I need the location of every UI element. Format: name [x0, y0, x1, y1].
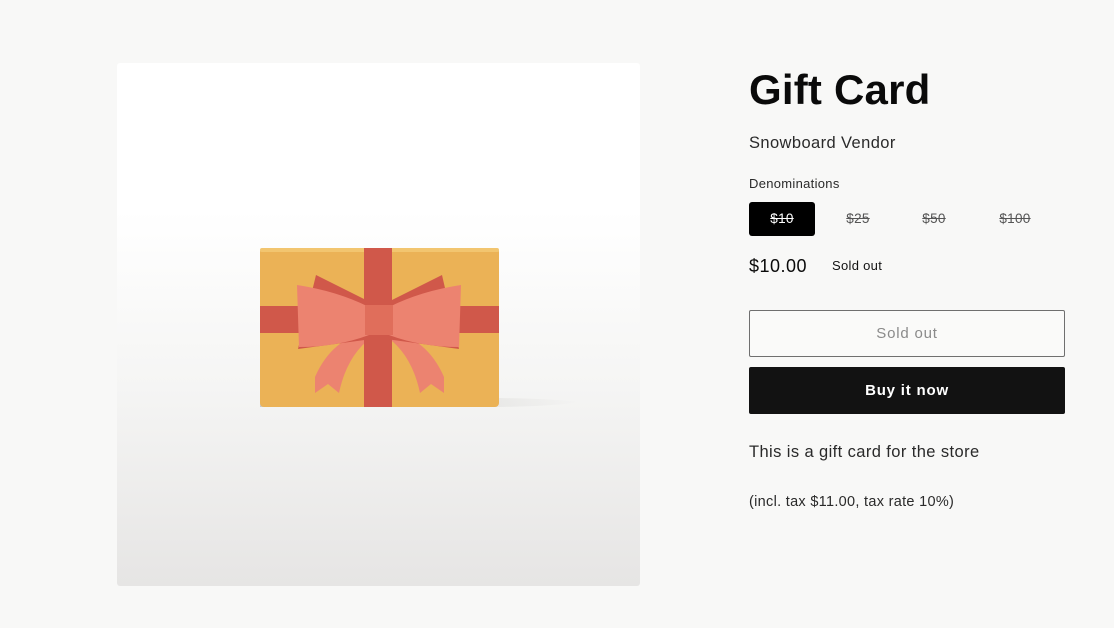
- sold-out-button[interactable]: Sold out: [749, 310, 1065, 357]
- product-price: $10.00: [749, 256, 808, 276]
- denomination-option-25[interactable]: $25: [825, 202, 891, 236]
- denomination-options: $10 $25 $50 $100: [749, 202, 1065, 236]
- tax-note: (incl. tax $11.00, tax rate 10%): [749, 494, 955, 510]
- denomination-option-50[interactable]: $50: [901, 202, 967, 236]
- gift-card-image-icon: [260, 248, 579, 407]
- denominations-label: Denominations: [749, 176, 840, 191]
- product-image[interactable]: [117, 63, 640, 586]
- buy-it-now-button[interactable]: Buy it now: [749, 367, 1065, 414]
- sold-out-badge: Sold out: [832, 258, 883, 273]
- product-page: Gift Card Snowboard Vendor Denominations…: [0, 0, 1114, 628]
- product-vendor: Snowboard Vendor: [749, 134, 896, 152]
- product-description: This is a gift card for the store: [749, 443, 980, 461]
- denomination-option-100[interactable]: $100: [977, 202, 1053, 236]
- denomination-option-10[interactable]: $10: [749, 202, 815, 236]
- product-title: Gift Card: [749, 66, 931, 113]
